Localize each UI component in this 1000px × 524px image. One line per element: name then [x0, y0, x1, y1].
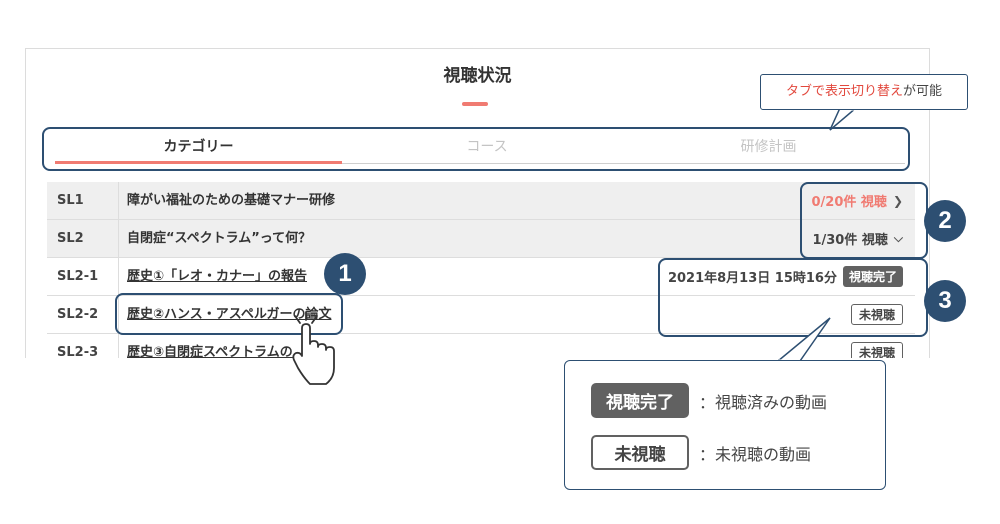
table-row[interactable]: SL1 障がい福祉のための基礎マナー研修 0/20件 視聴 ❯	[47, 182, 915, 220]
legend-desc-done: ：視聴済みの動画	[699, 392, 828, 412]
tab-highlight-box	[42, 127, 910, 171]
callout-number-3: 3	[924, 280, 966, 322]
title-accent-bar	[462, 102, 488, 106]
callout-number-1: 1	[324, 253, 366, 295]
row-title: 障がい福祉のための基礎マナー研修	[127, 193, 336, 208]
status-legend: 視聴完了 ：視聴済みの動画 未視聴 ：未視聴の動画	[564, 360, 886, 490]
row-code: SL2-1	[47, 258, 119, 295]
video-link[interactable]: 歴史①「レオ・カナー」の報告	[127, 258, 307, 295]
callout-number-2: 2	[924, 200, 966, 242]
legend-item-not: 未視聴 ：未視聴の動画	[591, 435, 811, 470]
row-code: SL2-2	[47, 296, 119, 333]
status-badge: 未視聴	[850, 342, 903, 358]
watch-info: 未視聴	[850, 334, 903, 358]
link-highlight-box	[115, 293, 343, 335]
tooltip-highlight: タブで表示切り替え	[785, 84, 903, 99]
table-row[interactable]: SL2 自閉症“スペクトラム”って何？ 1/30件 視聴 ⌵	[47, 220, 915, 258]
count-highlight-box	[800, 182, 928, 259]
legend-badge-not: 未視聴	[591, 435, 689, 470]
row-code: SL2-3	[47, 334, 119, 358]
legend-desc-not: ：未視聴の動画	[699, 444, 812, 464]
tooltip-text: が可能	[903, 84, 943, 99]
legend-badge-done: 視聴完了	[591, 383, 689, 418]
status-highlight-box	[658, 258, 928, 337]
video-link[interactable]: 歴史③自閉症スペクトラムの	[127, 334, 293, 358]
row-title: 自閉症“スペクトラム”って何？	[127, 231, 312, 246]
tab-switch-tooltip: タブで表示切り替えが可能	[760, 74, 968, 110]
legend-item-done: 視聴完了 ：視聴済みの動画	[591, 383, 827, 418]
row-code: SL2	[47, 220, 119, 257]
row-code: SL1	[47, 182, 119, 219]
table-row: SL2-3 歴史③自閉症スペクトラムの 未視聴	[47, 334, 915, 358]
